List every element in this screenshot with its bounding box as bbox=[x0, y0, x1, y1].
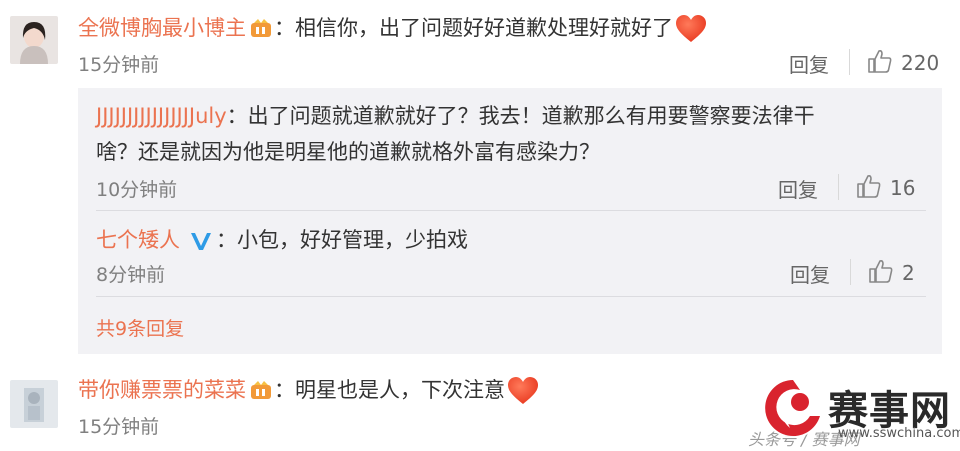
view-more-replies-link[interactable]: 共9条回复 bbox=[96, 314, 184, 341]
comment-time: 15分钟前 bbox=[78, 416, 160, 438]
reply-text: 小包，好好管理，少拍戏 bbox=[237, 228, 468, 252]
reply-button[interactable]: 回复 bbox=[790, 259, 830, 288]
divider bbox=[838, 174, 839, 200]
like-count: 16 bbox=[890, 176, 916, 200]
divider bbox=[850, 259, 851, 285]
username[interactable]: JJJJJJJJJJJJJJJJuly bbox=[96, 104, 227, 128]
avatar[interactable] bbox=[10, 380, 58, 428]
vip-badge-icon bbox=[250, 380, 272, 405]
like-count: 2 bbox=[902, 261, 915, 285]
like-count: 220 bbox=[901, 51, 940, 75]
reply-text: 出了问题就道歉就好了？我去！道歉那么有用要警察要法律干 bbox=[247, 104, 815, 128]
avatar[interactable] bbox=[10, 16, 58, 64]
reply-divider bbox=[96, 296, 926, 297]
username[interactable]: 带你赚票票的菜菜 bbox=[78, 378, 246, 402]
thumbs-up-icon bbox=[867, 48, 893, 78]
heart-icon bbox=[675, 14, 707, 48]
heart-icon bbox=[507, 376, 539, 410]
like-button[interactable]: 16 bbox=[856, 173, 915, 203]
like-button[interactable]: 220 bbox=[867, 48, 939, 78]
comment-text: 明星也是人，下次注意 bbox=[295, 378, 505, 402]
brand-url: www.sswchina.com bbox=[838, 426, 960, 441]
reply-button[interactable]: 回复 bbox=[778, 174, 818, 203]
like-button[interactable]: 2 bbox=[868, 258, 915, 288]
username[interactable]: 全微博胸最小博主 bbox=[78, 16, 246, 40]
reply-button[interactable]: 回复 bbox=[789, 49, 829, 78]
thumbs-up-icon bbox=[868, 258, 894, 288]
comment-time: 15分钟前 bbox=[78, 54, 160, 76]
reply-text-continued: 啥？还是就因为他是明星他的道歉就格外富有感染力？ bbox=[96, 140, 600, 164]
username[interactable]: 七个矮人 bbox=[96, 228, 180, 252]
divider bbox=[849, 49, 850, 75]
brand-logo bbox=[760, 372, 830, 444]
verified-icon bbox=[190, 231, 212, 255]
vip-badge-icon bbox=[250, 18, 272, 43]
reply-time: 10分钟前 bbox=[96, 179, 178, 201]
thumbs-up-icon bbox=[856, 173, 882, 203]
reply-divider bbox=[96, 210, 926, 211]
reply-time: 8分钟前 bbox=[96, 264, 166, 286]
comment-text: 相信你，出了问题好好道歉处理好就好了 bbox=[295, 16, 673, 40]
replies-panel: JJJJJJJJJJJJJJJJuly：出了问题就道歉就好了？我去！道歉那么有用… bbox=[78, 88, 942, 354]
